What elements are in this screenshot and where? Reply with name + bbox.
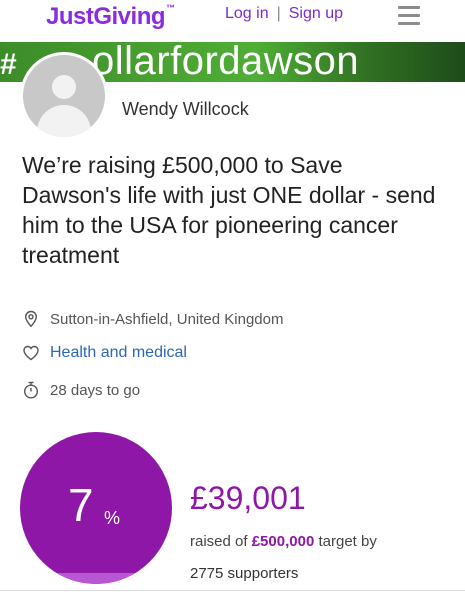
signup-link[interactable]: Sign up [289,5,343,22]
raised-amount: £39,001 [190,480,306,516]
logo-trademark: ™ [166,3,175,13]
progress-percent-number: 7 [68,479,94,531]
raised-of-target: raised of £500,000 target by [190,533,377,550]
login-link[interactable]: Log in [225,5,269,22]
justgiving-logo[interactable]: JustGiving™ [46,3,175,31]
target-amount: £500,000 [251,533,315,550]
default-user-avatar-icon [20,52,108,140]
target-suffix: target by [318,533,377,550]
logo-text: JustGiving [46,3,166,30]
divider [0,590,465,591]
campaign-category[interactable]: Health and medical [22,344,187,362]
auth-links: Log in | Sign up [225,5,343,23]
progress-fill [20,573,172,584]
stopwatch-icon [23,381,39,399]
campaign-location: Sutton-in-Ashfield, United Kingdom [22,310,283,328]
progress-circle: 7 % [20,432,172,584]
supporters-count: 2775 supporters [190,565,299,582]
campaign-title: We’re raising £500,000 to Save Dawson's … [22,152,436,268]
top-nav-bar: JustGiving™ Log in | Sign up [0,0,465,40]
banner-hash-fragment: # [0,48,17,81]
category-link[interactable]: Health and medical [50,344,187,362]
progress-percent-symbol: % [104,508,121,528]
banner-hashtag-text: ollarfordawson [92,42,360,82]
raised-prefix: raised of [190,533,248,550]
location-pin-icon [24,310,38,328]
heart-icon [23,345,39,361]
page-owner-name[interactable]: Wendy Willcock [122,99,249,120]
campaign-time-left: 28 days to go [22,380,140,400]
hamburger-menu-icon[interactable] [398,6,420,25]
days-left-text: 28 days to go [50,381,141,399]
location-text: Sutton-in-Ashfield, United Kingdom [50,310,284,328]
auth-separator: | [276,5,281,22]
